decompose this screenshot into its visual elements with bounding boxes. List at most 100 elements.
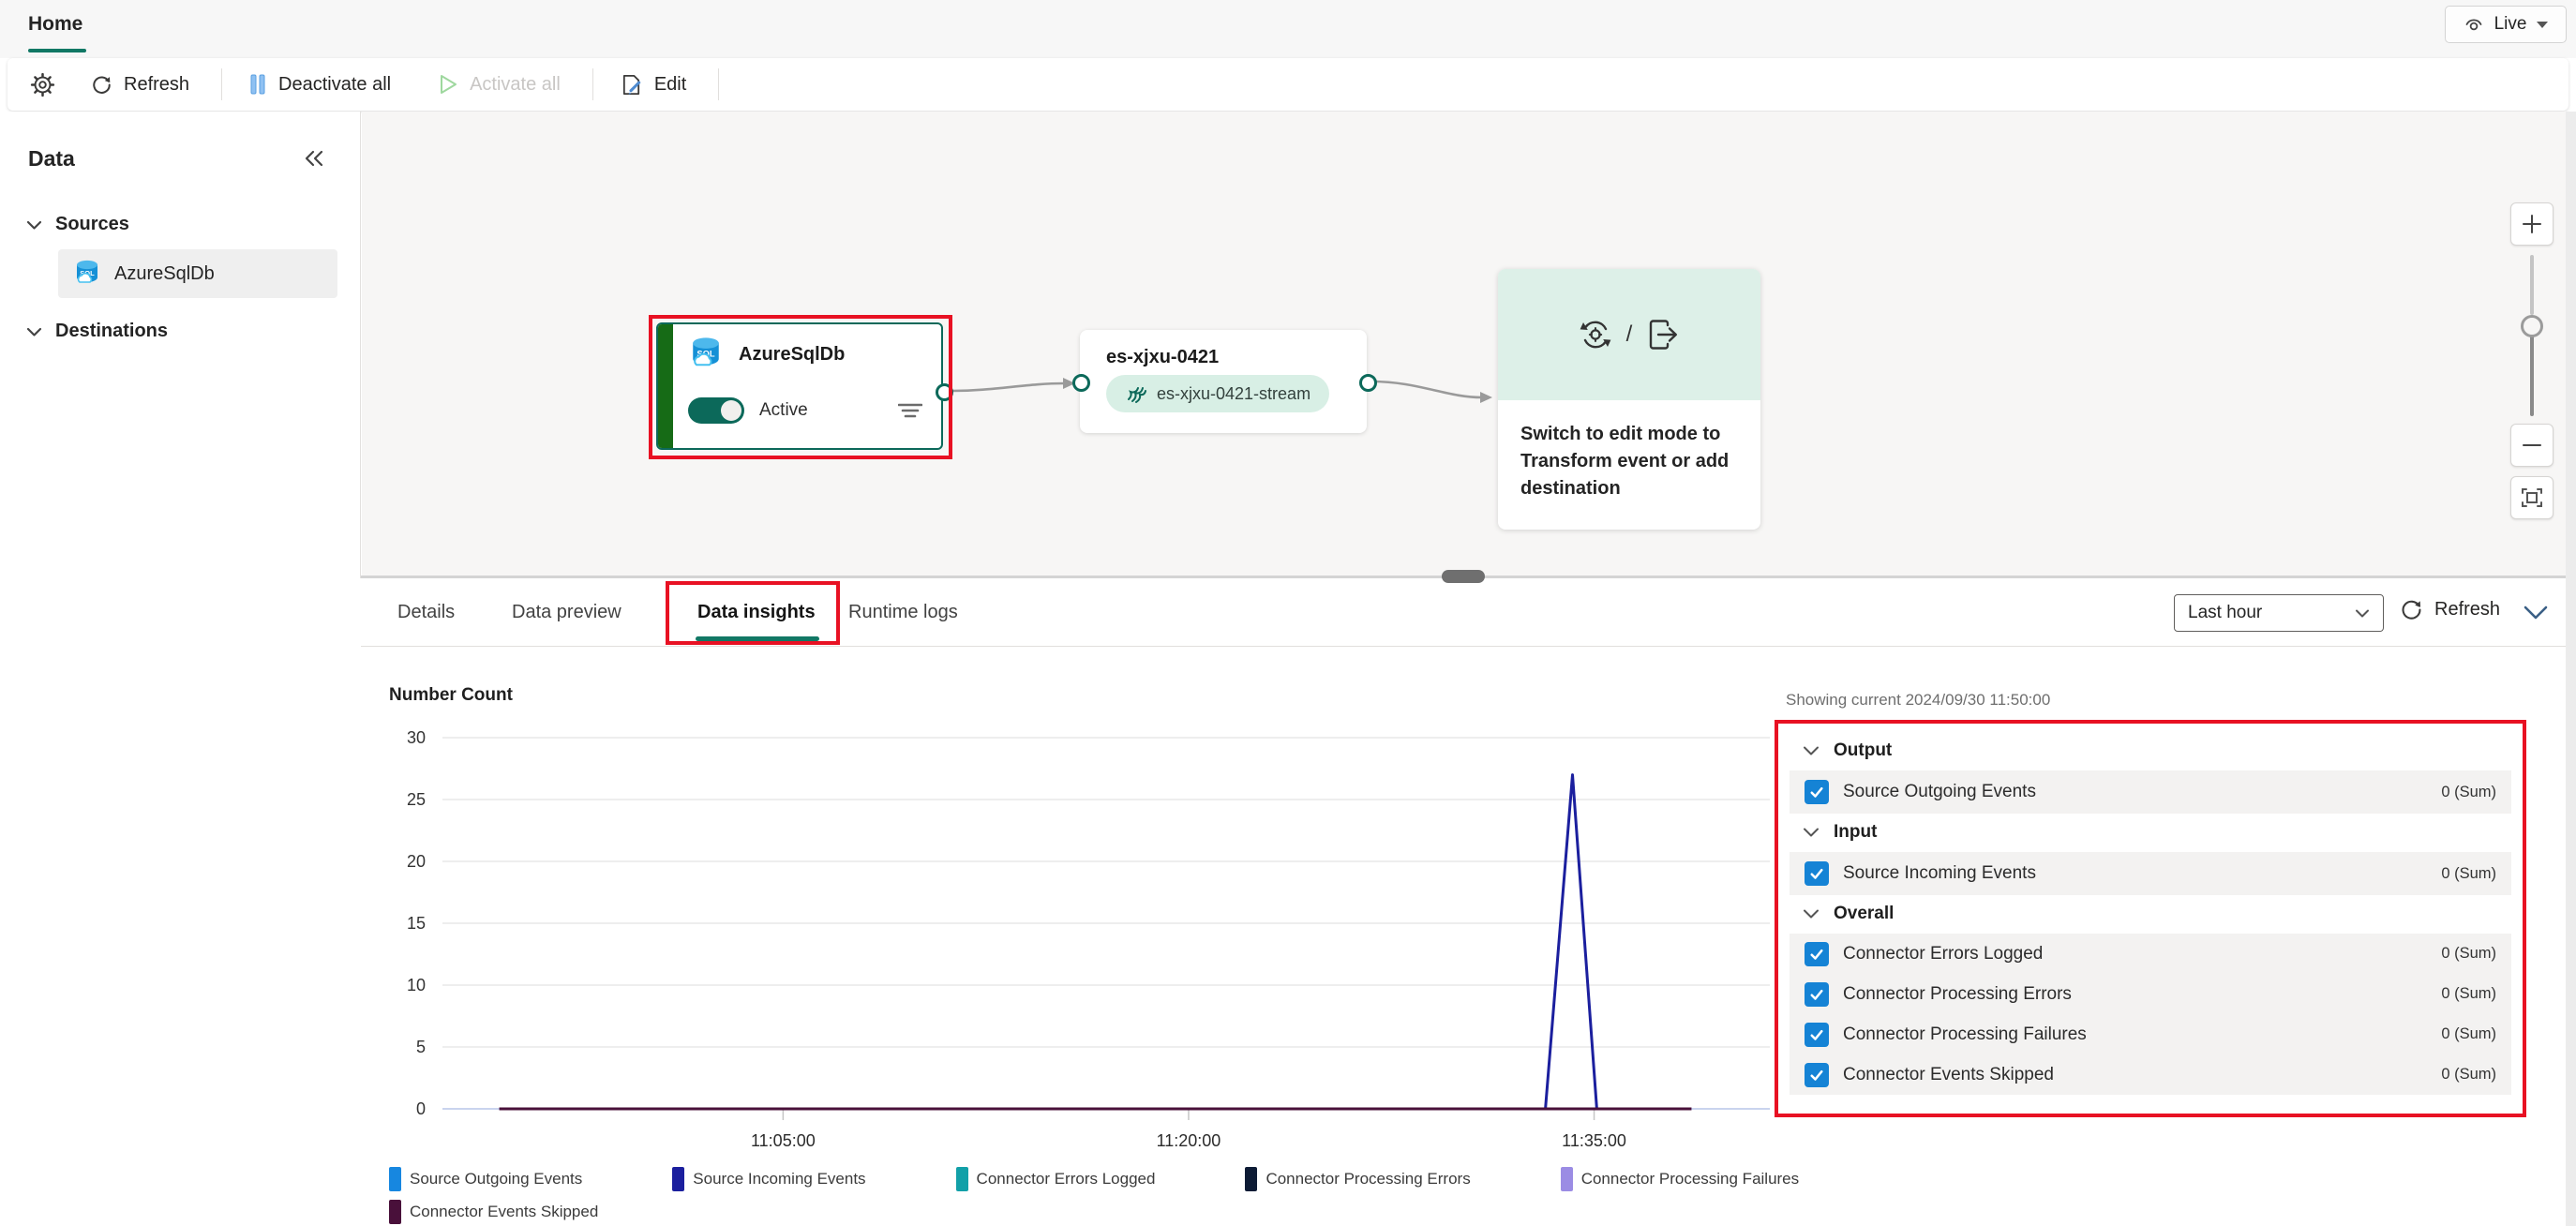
- chevron-down-icon: [1803, 908, 1820, 920]
- metrics-line-chart: 30 25 20 15 10 5 0 11:05:00 11:20:00 11:35:00: [407, 728, 1770, 1150]
- showing-current-label: Showing current 2024/09/30 11:50:00: [1786, 691, 2051, 709]
- metric-label: Source Incoming Events: [1843, 863, 2036, 883]
- tab-runtime-logs[interactable]: Runtime logs: [848, 602, 958, 623]
- ribbon-tabstrip: Home Live: [0, 0, 2576, 58]
- sidebar-item-label: AzureSqlDb: [114, 262, 215, 284]
- toolbar-divider: [592, 68, 593, 100]
- splitter-drag-handle[interactable]: [1442, 570, 1485, 583]
- chart-legend: Source Outgoing Events Source Incoming E…: [389, 1167, 1799, 1224]
- svg-text:25: 25: [407, 790, 426, 809]
- destinations-label: Destinations: [55, 321, 169, 341]
- collapse-panel-chevron[interactable]: [2522, 604, 2550, 627]
- live-mode-button[interactable]: Live: [2445, 6, 2567, 43]
- legend-item: Connector Events Skipped: [389, 1200, 598, 1224]
- sidebar-group-destinations[interactable]: Destinations: [26, 321, 168, 342]
- ribbon-tab-home[interactable]: Home: [28, 13, 82, 36]
- tab-data-preview[interactable]: Data preview: [512, 602, 622, 623]
- refresh-label: Refresh: [124, 73, 190, 95]
- svg-text:5: 5: [416, 1038, 426, 1056]
- eventstream-app: Home Live Refresh Deactivate all Activat…: [0, 0, 2576, 1226]
- activate-all-button: Activate all: [428, 66, 570, 103]
- chevron-down-icon: [2355, 608, 2370, 619]
- sql-database-icon: SQL: [73, 259, 101, 289]
- toolbar-divider: [718, 68, 720, 100]
- section-label: Input: [1834, 822, 1878, 842]
- sidebar-group-sources[interactable]: Sources: [26, 214, 129, 235]
- metric-checkbox-checked[interactable]: [1805, 981, 1829, 1007]
- gear-icon: [30, 72, 55, 97]
- sidebar-item-azuresqldb[interactable]: SQL AzureSqlDb: [58, 249, 337, 298]
- time-range-select[interactable]: Last hour: [2174, 594, 2384, 632]
- sources-label: Sources: [55, 214, 129, 234]
- metric-row: Connector Events Skipped 0 (Sum): [1790, 1054, 2511, 1095]
- legend-swatch: [672, 1167, 685, 1191]
- legend-swatch: [389, 1200, 401, 1224]
- metric-value: 0 (Sum): [2441, 1025, 2496, 1042]
- metrics-section-output[interactable]: Output: [1790, 733, 2511, 770]
- legend-item: Source Incoming Events: [672, 1167, 866, 1191]
- metric-value: 0 (Sum): [2441, 985, 2496, 1002]
- tab-details[interactable]: Details: [397, 602, 455, 623]
- legend-label: Connector Processing Errors: [1266, 1170, 1471, 1188]
- metric-row: Connector Processing Errors 0 (Sum): [1790, 974, 2511, 1014]
- toolbar-divider: [221, 68, 223, 100]
- settings-button[interactable]: [21, 66, 65, 103]
- deactivate-all-label: Deactivate all: [278, 73, 392, 95]
- refresh-button[interactable]: Refresh: [82, 66, 199, 103]
- legend-label: Connector Processing Failures: [1580, 1170, 1800, 1188]
- input-port: [1072, 374, 1090, 392]
- live-icon: [2463, 13, 2485, 36]
- metric-row: Connector Processing Failures 0 (Sum): [1790, 1014, 2511, 1054]
- metric-checkbox-checked[interactable]: [1805, 1022, 1829, 1047]
- legend-swatch: [955, 1167, 968, 1191]
- metric-value: 0 (Sum): [2441, 864, 2496, 882]
- output-port: [1359, 374, 1377, 392]
- chevron-down-icon: [26, 219, 42, 231]
- caret-down-icon: [2536, 20, 2549, 29]
- metric-label: Connector Processing Failures: [1843, 1024, 2087, 1044]
- metric-value: 0 (Sum): [2441, 783, 2496, 800]
- activate-all-label: Activate all: [470, 73, 561, 95]
- legend-item: Connector Processing Failures: [1560, 1167, 1800, 1191]
- deactivate-all-button[interactable]: Deactivate all: [239, 66, 400, 103]
- legend-label: Source Incoming Events: [693, 1170, 866, 1188]
- legend-item: Connector Processing Errors: [1245, 1167, 1471, 1191]
- svg-text:0: 0: [416, 1099, 426, 1118]
- svg-text:11:35:00: 11:35:00: [1562, 1131, 1626, 1150]
- metric-label: Connector Events Skipped: [1843, 1064, 2054, 1084]
- play-icon: [438, 73, 458, 96]
- metric-checkbox-checked[interactable]: [1805, 780, 1829, 804]
- metric-row: Source Incoming Events 0 (Sum): [1790, 852, 2511, 895]
- metrics-section-input[interactable]: Input: [1790, 815, 2511, 851]
- svg-text:10: 10: [407, 976, 426, 994]
- svg-text:15: 15: [407, 914, 426, 933]
- collapse-sidebar-icon[interactable]: [302, 146, 326, 175]
- annotation-box-source-node: [649, 315, 952, 459]
- metric-checkbox-checked[interactable]: [1805, 861, 1829, 886]
- svg-text:11:20:00: 11:20:00: [1157, 1131, 1221, 1150]
- home-tab-underline: [28, 49, 86, 52]
- edit-label: Edit: [653, 73, 687, 95]
- metric-row: Source Outgoing Events 0 (Sum): [1790, 770, 2511, 814]
- svg-text:30: 30: [407, 728, 426, 747]
- chevron-down-icon: [1803, 745, 1820, 756]
- section-label: Overall: [1834, 904, 1895, 923]
- metric-value: 0 (Sum): [2441, 1066, 2496, 1083]
- legend-swatch: [1560, 1167, 1573, 1191]
- annotation-box-data-insights-tab: [666, 581, 840, 645]
- section-label: Output: [1834, 740, 1893, 760]
- metric-checkbox-checked[interactable]: [1805, 941, 1829, 966]
- chart-refresh-button[interactable]: Refresh: [2400, 598, 2500, 621]
- live-label: Live: [2494, 14, 2527, 34]
- metrics-section-overall[interactable]: Overall: [1790, 896, 2511, 933]
- legend-item: Source Outgoing Events: [389, 1167, 582, 1191]
- svg-text:20: 20: [407, 852, 426, 871]
- edit-button[interactable]: Edit: [610, 66, 696, 103]
- metric-checkbox-checked[interactable]: [1805, 1062, 1829, 1087]
- metric-row: Connector Errors Logged 0 (Sum): [1790, 934, 2511, 974]
- legend-item: Connector Errors Logged: [955, 1167, 1156, 1191]
- chevron-down-icon: [26, 326, 42, 337]
- metric-value: 0 (Sum): [2441, 945, 2496, 962]
- data-sidebar: [0, 112, 361, 578]
- legend-label: Connector Errors Logged: [976, 1170, 1156, 1188]
